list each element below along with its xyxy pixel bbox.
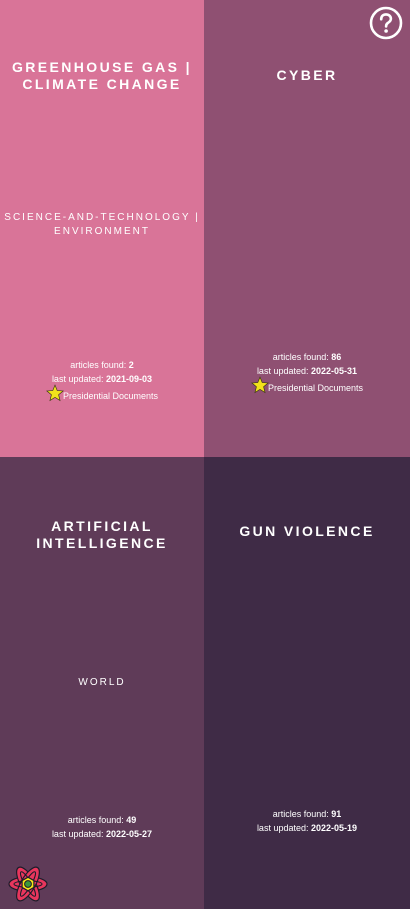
articles-found-row: articles found: 2: [0, 358, 204, 372]
articles-found-row: articles found: 86: [204, 350, 410, 364]
last-updated-date: 2022-05-19: [311, 823, 358, 833]
topic-meta: articles found: 91 last updated: 2022-05…: [204, 807, 410, 835]
badge-label: Presidential Documents: [62, 391, 159, 401]
articles-found-row: articles found: 91: [204, 807, 410, 821]
last-updated-row: last updated: 2022-05-19: [204, 821, 410, 835]
last-updated-label: last updated:: [51, 829, 104, 839]
articles-found-count: 49: [126, 815, 137, 825]
react-atom-icon: [8, 866, 48, 902]
articles-found-label: articles found:: [272, 809, 329, 819]
articles-found-row: articles found: 49: [0, 813, 204, 827]
topic-title: GREENHOUSE GAS | CLIMATE CHANGE: [11, 59, 192, 92]
star-icon: [46, 384, 64, 402]
topic-meta: articles found: 2 last updated: 2021-09-…: [0, 358, 204, 409]
topic-tile-cyber[interactable]: CYBER articles found: 86 last updated: 2…: [204, 0, 410, 457]
articles-found-count: 86: [331, 352, 342, 362]
articles-found-label: articles found:: [272, 352, 329, 362]
topic-grid: GREENHOUSE GAS | CLIMATE CHANGE SCIENCE-…: [0, 0, 410, 909]
presidential-documents-badge: Presidential Documents: [251, 376, 364, 397]
last-updated-label: last updated:: [256, 823, 309, 833]
articles-found-label: articles found:: [70, 360, 127, 370]
topic-tile-gun-violence[interactable]: GUN VIOLENCE articles found: 91 last upd…: [204, 457, 410, 909]
topic-title: GUN VIOLENCE: [239, 523, 375, 539]
last-updated-date: 2021-09-03: [106, 374, 153, 384]
topic-title: ARTIFICIAL INTELLIGENCE: [36, 518, 168, 551]
topic-tile-greenhouse-gas[interactable]: GREENHOUSE GAS | CLIMATE CHANGE SCIENCE-…: [0, 0, 204, 457]
last-updated-row: last updated: 2021-09-03: [0, 372, 204, 386]
articles-found-label: articles found:: [67, 815, 124, 825]
topic-meta: articles found: 49 last updated: 2022-05…: [0, 813, 204, 841]
badge-label: Presidential Documents: [267, 383, 364, 393]
last-updated-date: 2022-05-27: [106, 829, 153, 839]
topic-meta: articles found: 86 last updated: 2022-05…: [204, 350, 410, 401]
topic-subtitle: SCIENCE-AND-TECHNOLOGY | ENVIRONMENT: [4, 212, 200, 237]
help-button[interactable]: [369, 6, 403, 40]
react-atom-logo: [7, 864, 49, 904]
star-icon: [251, 376, 269, 394]
last-updated-date: 2022-05-31: [311, 366, 358, 376]
articles-found-count: 91: [331, 809, 342, 819]
last-updated-label: last updated:: [51, 374, 104, 384]
last-updated-row: last updated: 2022-05-31: [204, 364, 410, 378]
topic-title: CYBER: [276, 67, 338, 83]
presidential-documents-badge: Presidential Documents: [46, 384, 159, 405]
last-updated-label: last updated:: [256, 366, 309, 376]
articles-found-count: 2: [128, 360, 134, 370]
question-circle-icon: [369, 6, 403, 40]
last-updated-row: last updated: 2022-05-27: [0, 827, 204, 841]
topic-subtitle: WORLD: [78, 677, 126, 688]
topic-tile-artificial-intelligence[interactable]: ARTIFICIAL INTELLIGENCE WORLD articles f…: [0, 457, 204, 909]
